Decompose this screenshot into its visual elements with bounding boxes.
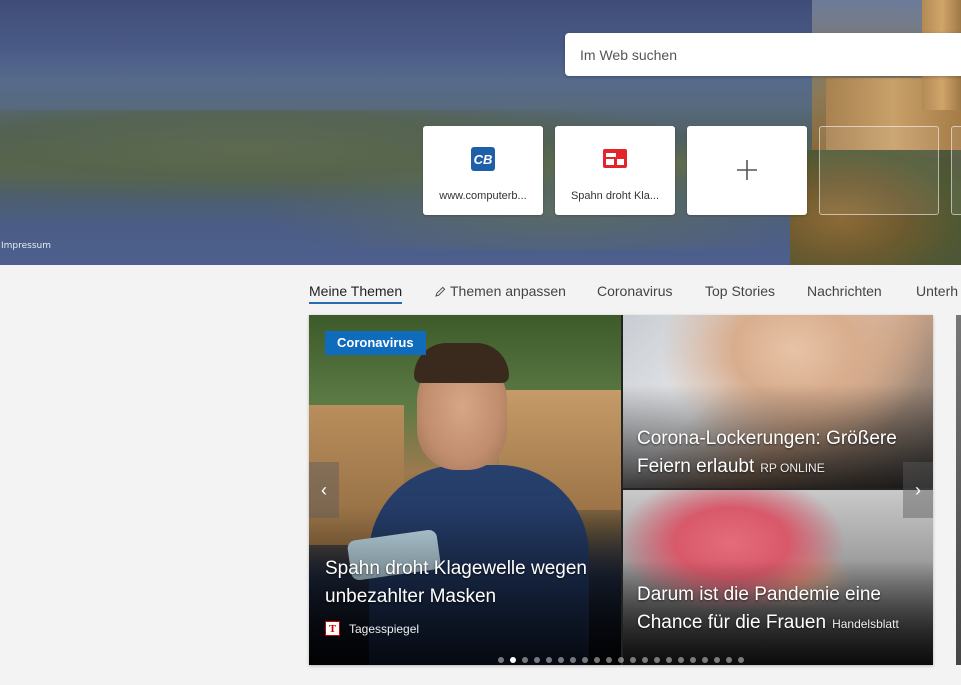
hero-background: Impressum CB www.computerb... Spahn droh… bbox=[0, 0, 961, 265]
news-card-top[interactable]: Corona-Lockerungen: Größere Feiern erlau… bbox=[623, 315, 933, 488]
headline-main[interactable]: Spahn droht Klagewelle wegen unbezahlter… bbox=[325, 555, 587, 611]
tab-coronavirus[interactable]: Coronavirus bbox=[597, 283, 672, 300]
pencil-icon bbox=[435, 286, 446, 297]
carousel-dot[interactable] bbox=[618, 656, 624, 663]
carousel-dot[interactable] bbox=[498, 656, 504, 663]
news-carousel: Coronavirus Spahn droht Klagewelle wegen… bbox=[309, 315, 933, 665]
carousel-dot[interactable] bbox=[558, 656, 564, 663]
quicklink-tile-computerbild[interactable]: CB www.computerb... bbox=[423, 126, 543, 215]
computerbild-icon: CB bbox=[471, 147, 495, 171]
tab-top-stories[interactable]: Top Stories bbox=[705, 283, 775, 300]
source-name: Tagesspiegel bbox=[349, 621, 420, 636]
source-name: Handelsblatt bbox=[832, 617, 899, 631]
empty-tile-slot bbox=[819, 126, 939, 215]
carousel-prev-button[interactable]: ‹ bbox=[309, 462, 339, 518]
headline-text: Chance für die Frauen bbox=[637, 612, 827, 633]
tab-meine-themen[interactable]: Meine Themen bbox=[309, 283, 403, 304]
headline-line-with-source: Feiern erlaubt RP ONLINE bbox=[637, 453, 897, 482]
carousel-dot[interactable] bbox=[630, 656, 636, 663]
carousel-dot[interactable] bbox=[666, 656, 672, 663]
empty-tile-slot bbox=[951, 126, 961, 215]
tagesspiegel-logo-icon: T bbox=[325, 621, 340, 636]
search-box[interactable] bbox=[565, 33, 961, 76]
carousel-dot[interactable] bbox=[510, 656, 516, 663]
tab-label: Themen anpassen bbox=[450, 283, 566, 299]
headline-text: Feiern erlaubt bbox=[637, 456, 755, 477]
headline-line: Spahn droht Klagewelle wegen bbox=[325, 558, 587, 579]
carousel-dot[interactable] bbox=[678, 656, 684, 663]
source-attribution: T Tagesspiegel bbox=[325, 621, 419, 636]
category-badge[interactable]: Coronavirus bbox=[325, 331, 426, 355]
carousel-dot[interactable] bbox=[642, 656, 648, 663]
carousel-dot[interactable] bbox=[570, 656, 576, 663]
headline-line: Darum ist die Pandemie eine bbox=[637, 584, 881, 605]
carousel-dot[interactable] bbox=[702, 656, 708, 663]
carousel-dot[interactable] bbox=[690, 656, 696, 663]
impressum-link[interactable]: Impressum bbox=[1, 241, 51, 251]
carousel-dot[interactable] bbox=[738, 656, 744, 663]
carousel-dot[interactable] bbox=[606, 656, 612, 663]
news-card-main[interactable]: Coronavirus Spahn droht Klagewelle wegen… bbox=[309, 315, 621, 665]
carousel-dot[interactable] bbox=[726, 656, 732, 663]
tab-themen-anpassen[interactable]: Themen anpassen bbox=[435, 283, 566, 300]
tab-nachrichten[interactable]: Nachrichten bbox=[807, 283, 882, 300]
next-card-peek bbox=[956, 315, 961, 665]
carousel-dot[interactable] bbox=[714, 656, 720, 663]
tile-label: www.computerb... bbox=[439, 190, 527, 202]
carousel-dot[interactable] bbox=[654, 656, 660, 663]
tile-label: Spahn droht Kla... bbox=[570, 190, 660, 202]
svg-text:CB: CB bbox=[474, 152, 493, 167]
carousel-dot[interactable] bbox=[546, 656, 552, 663]
headline-line: unbezahlter Masken bbox=[325, 586, 497, 607]
headline-line-with-source: Chance für die Frauen Handelsblatt bbox=[637, 609, 899, 638]
carousel-dot[interactable] bbox=[522, 656, 528, 663]
news-card-bottom[interactable]: Darum ist die Pandemie eine Chance für d… bbox=[623, 490, 933, 665]
headline-line: Corona-Lockerungen: Größere bbox=[637, 428, 897, 449]
plus-icon bbox=[737, 160, 757, 180]
carousel-next-button[interactable]: › bbox=[903, 462, 933, 518]
carousel-pagination bbox=[309, 651, 933, 663]
headline-top[interactable]: Corona-Lockerungen: Größere Feiern erlau… bbox=[637, 425, 897, 482]
carousel-dot[interactable] bbox=[594, 656, 600, 663]
tab-unterhaltung[interactable]: Unterh bbox=[916, 283, 958, 300]
card-shade bbox=[309, 315, 621, 665]
quicklink-tile-news[interactable]: Spahn droht Kla... bbox=[555, 126, 675, 215]
source-name: RP ONLINE bbox=[760, 461, 825, 475]
carousel-dot[interactable] bbox=[582, 656, 588, 663]
search-input[interactable] bbox=[578, 33, 952, 76]
headline-bottom[interactable]: Darum ist die Pandemie eine Chance für d… bbox=[637, 581, 899, 638]
add-site-tile[interactable] bbox=[687, 126, 807, 215]
news-icon bbox=[603, 149, 627, 168]
carousel-dot[interactable] bbox=[534, 656, 540, 663]
